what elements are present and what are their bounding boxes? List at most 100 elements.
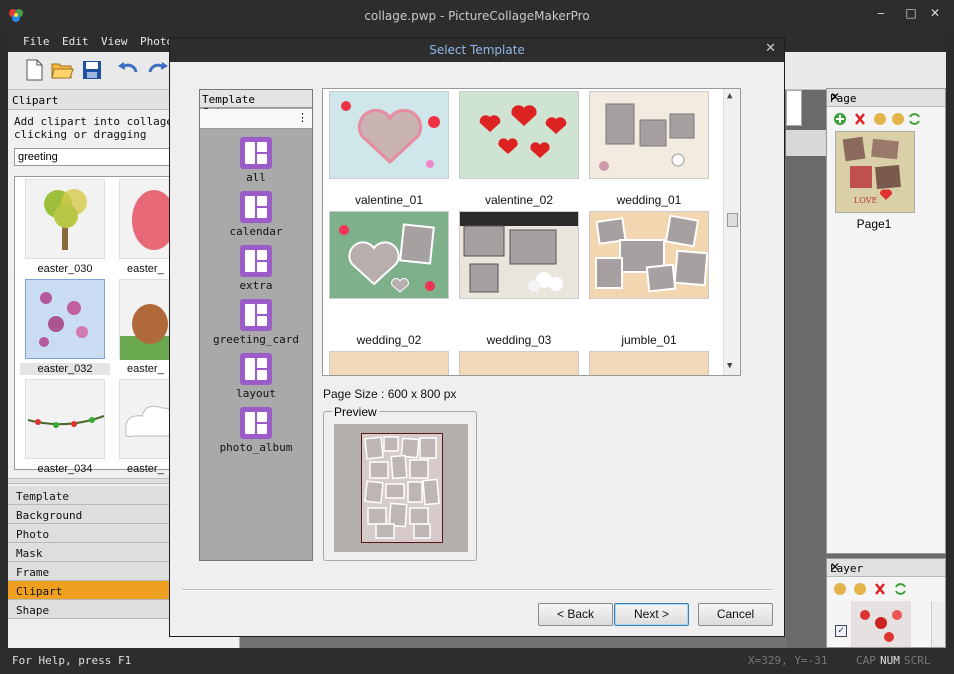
category-all[interactable]: all [200,137,312,189]
category-photo-album[interactable]: photo_album [200,407,312,459]
category-label: calendar [229,225,283,238]
template-jumble-01[interactable] [589,211,709,299]
move-down-icon [892,113,904,125]
template-thumb-partial[interactable] [329,351,449,375]
tab-label: Clipart [16,585,63,598]
template-label: valentine_02 [484,193,554,207]
tree-clipart-icon [44,189,87,250]
preview-page-image [361,433,443,543]
scroll-thumb[interactable] [727,213,738,227]
template-wedding-03[interactable] [459,211,579,299]
more-options-icon[interactable]: ⋮ [297,111,308,124]
page-thumbnail[interactable]: LOVE [835,131,915,213]
template-label: jumble_01 [621,333,677,347]
redo-icon[interactable] [146,58,170,82]
tab-label: Template [16,490,69,503]
template-valentine-02[interactable] [459,91,579,179]
jumble-preview-icon [364,436,440,539]
close-button[interactable]: ✕ [924,6,946,22]
clipart-category-select[interactable]: greeting [14,148,176,166]
valentine-template-image [460,92,578,178]
tab-label: Shape [16,604,50,617]
category-extra[interactable]: extra [200,245,312,297]
category-calendar[interactable]: calendar [200,191,312,243]
page-label: Page1 [856,217,892,231]
scroll-down-arrow-icon[interactable]: ▼ [727,361,732,371]
clipart-label: easter_ [127,463,164,475]
refresh-icon [895,583,906,595]
refresh-icon [909,113,920,125]
layer-thumbnail[interactable] [851,601,911,647]
clipart-label: easter_032 [20,363,110,375]
page-panel-header: Page ✕ [827,89,945,107]
menu-edit[interactable]: Edit [62,35,89,48]
page-panel-close-button[interactable]: ✕ [830,90,941,104]
tab-label: Background [16,509,83,522]
template-category-icon [240,407,272,439]
clipart-label: easter_030 [37,263,93,275]
undo-icon[interactable] [116,58,140,82]
save-icon[interactable] [80,58,104,82]
template-label: wedding_02 [356,333,422,347]
status-coords: X=329, Y=-31 [748,654,828,667]
scroll-up-arrow-icon[interactable]: ▲ [727,91,732,101]
clipart-label: easter_ [127,363,164,375]
category-greeting-card[interactable]: greeting_card [200,299,312,351]
layer-panel-header: Layer ✕ [827,559,945,577]
status-help: For Help, press F1 [12,654,132,667]
layer-scrollbar[interactable] [931,601,945,647]
layer-visibility-checkbox[interactable]: ✓ [835,625,847,637]
open-folder-icon[interactable] [50,58,74,82]
menu-file[interactable]: File [23,35,50,48]
category-label: all [246,171,266,184]
cancel-button[interactable]: Cancel [698,603,773,626]
hearts-layer-icon [860,610,902,642]
clipart-description-2: clicking or dragging [14,128,147,141]
delete-page-icon [855,113,865,125]
category-label: layout [236,387,276,400]
canvas-header-strip [786,130,826,156]
template-category-icon [240,299,272,331]
status-num: NUM [880,654,900,667]
move-up-icon [874,113,886,125]
page-panel-toolbar [834,113,920,125]
clipart-thumb[interactable] [25,179,105,259]
template-category-icon [240,137,272,169]
template-label: wedding_03 [486,333,552,347]
next-button[interactable]: Next > [614,603,689,626]
category-layout[interactable]: layout [200,353,312,405]
clipart-label: easter_034 [37,463,93,475]
template-wedding-01[interactable] [589,91,709,179]
status-bar: For Help, press F1 X=329, Y=-31 CAP NUM … [0,648,954,674]
back-button[interactable]: < Back [538,603,613,626]
layer-panel-close-button[interactable]: ✕ [830,560,941,574]
new-file-icon[interactable] [22,58,46,82]
layer-panel: Layer ✕ ✓ [826,558,946,648]
jumble-template-image [590,212,708,298]
template-grid-scrollbar[interactable]: ▲ ▼ [723,89,740,375]
layer-down-icon [854,583,866,595]
valentine-template-image [330,92,448,178]
minimize-button[interactable]: ‒ [870,6,892,22]
menu-view[interactable]: View [101,35,128,48]
category-label: greeting_card [212,333,300,346]
preview-label: Preview [332,405,379,419]
template-grid: valentine_01 valentine_02 wedding_01 wed… [322,88,741,376]
template-category-panel: Template Category ⋮ all calendar extra g… [199,89,313,561]
template-thumb-partial[interactable] [589,351,709,375]
page-size-text: Page Size : 600 x 800 px [323,387,457,401]
clipart-category-value: greeting [18,151,58,163]
template-thumb-partial[interactable] [459,351,579,375]
dialog-close-button[interactable]: ✕ [765,41,776,56]
clipart-thumb-selected[interactable] [25,279,105,359]
template-wedding-02[interactable] [329,211,449,299]
template-category-icon [240,353,272,385]
category-filter-field[interactable]: ⋮ [200,109,312,129]
garland-clipart-icon [27,415,105,428]
clipart-thumb[interactable] [25,379,105,459]
status-scrl: SCRL [904,654,931,667]
maximize-button[interactable]: □ [900,6,922,22]
template-valentine-01[interactable] [329,91,449,179]
page-thumb-text: LOVE [854,196,878,205]
template-label: wedding_01 [616,193,682,207]
